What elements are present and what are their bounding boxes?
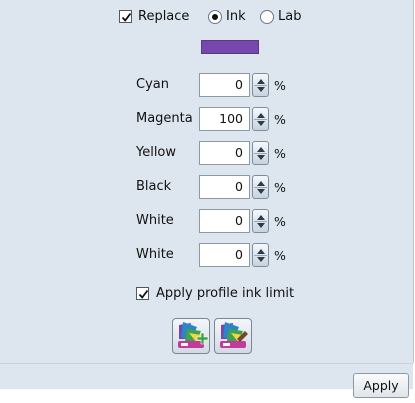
spinner-magenta[interactable] [252,107,269,131]
radio-ink[interactable]: Ink [208,9,246,24]
ink-label-magenta: Magenta [136,111,193,126]
apply-profile-ink-limit-label: Apply profile ink limit [156,286,295,301]
ink-value-white-1[interactable]: 0 [199,209,250,233]
ink-value-magenta[interactable]: 100 [199,107,250,131]
unit-white-2: % [274,248,286,263]
radio-lab[interactable]: Lab [260,9,301,24]
ink-settings-panel: Replace Ink Lab Cyan 0 % Magenta 100 % Y… [0,0,414,363]
radio-lab-label: Lab [278,9,302,24]
add-profile-button[interactable] [172,318,210,354]
apply-button[interactable]: Apply [353,373,409,398]
unit-yellow: % [274,146,286,161]
unit-white-1: % [274,214,286,229]
spinner-yellow[interactable] [252,141,269,165]
spinner-cyan[interactable] [252,73,269,97]
unit-magenta: % [274,112,286,127]
radio-lab-button[interactable] [260,9,274,24]
radio-ink-button[interactable] [208,9,222,24]
color-swatch [201,40,259,54]
spinner-white-2[interactable] [252,243,269,267]
ink-label-black: Black [136,179,172,194]
ink-value-yellow[interactable]: 0 [199,141,250,165]
ink-value-white-2[interactable]: 0 [199,243,250,267]
apply-profile-ink-limit-option[interactable]: Apply profile ink limit [136,286,294,301]
edit-profile-icon [220,322,248,348]
spinner-white-1[interactable] [252,209,269,233]
unit-black: % [274,180,286,195]
ink-label-yellow: Yellow [136,145,177,160]
add-profile-icon [178,322,209,348]
replace-checkbox[interactable] [119,10,132,23]
ink-label-white-2: White [136,247,174,262]
replace-label: Replace [138,9,190,24]
ink-label-white-1: White [136,213,174,228]
apply-profile-ink-limit-checkbox[interactable] [136,287,149,300]
replace-option[interactable]: Replace [119,9,189,24]
ink-value-cyan[interactable]: 0 [199,73,250,97]
edit-profile-button[interactable] [214,318,252,354]
ink-value-black[interactable]: 0 [199,175,250,199]
radio-ink-label: Ink [226,9,246,24]
button-bar [0,363,413,389]
unit-cyan: % [274,78,286,93]
spinner-black[interactable] [252,175,269,199]
ink-label-cyan: Cyan [136,77,169,92]
